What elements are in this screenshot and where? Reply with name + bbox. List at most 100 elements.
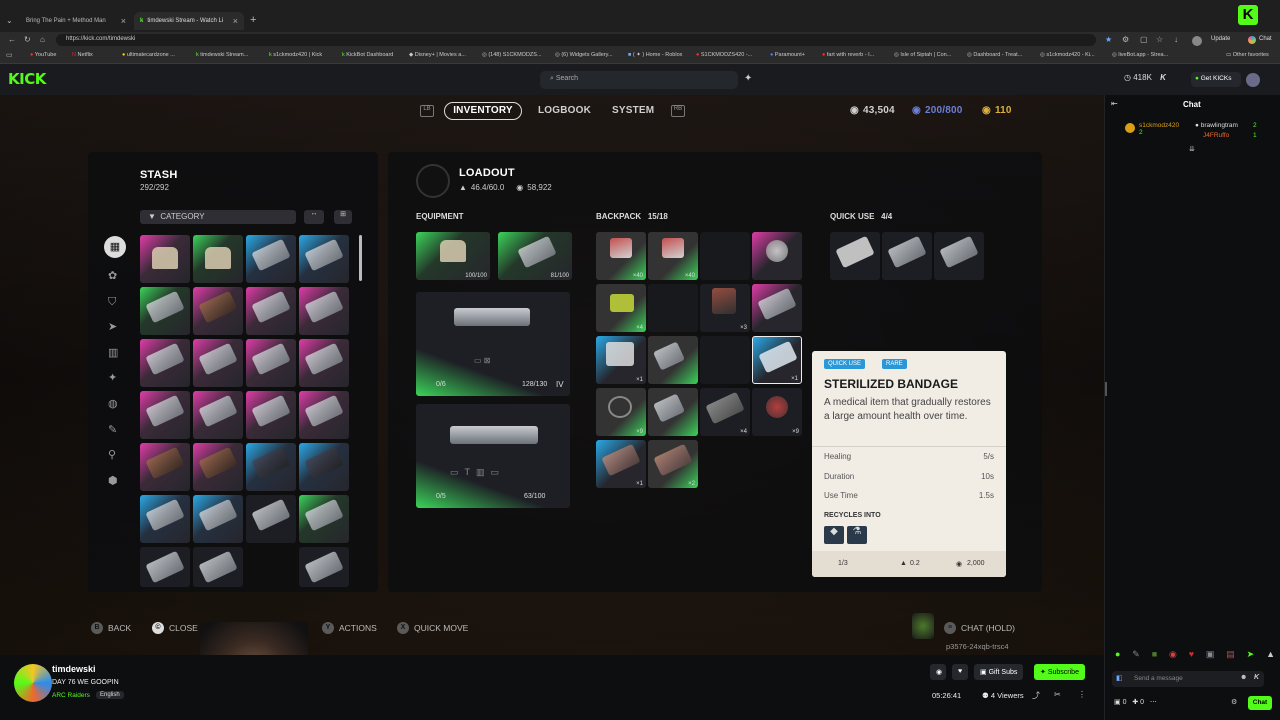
bookmark-s1ckmodz420-ki[interactable]: ◎ s1ckmodz420 - Ki...: [1040, 52, 1095, 58]
stash-slot[interactable]: [299, 391, 349, 439]
gift-subs-button[interactable]: ▣ Gift Subs: [974, 664, 1024, 680]
emote-icon[interactable]: ▣: [1206, 649, 1215, 660]
stash-slot[interactable]: [246, 495, 296, 543]
search-input[interactable]: ⌕ Search: [540, 71, 738, 89]
shield-category-icon[interactable]: ⛉: [108, 290, 118, 316]
stash-slot[interactable]: [140, 547, 190, 587]
backpack-slot[interactable]: [648, 336, 698, 384]
notifications-bell-icon[interactable]: ◉: [930, 664, 946, 680]
misc-category-icon[interactable]: ⬢: [108, 469, 118, 495]
bookmark-paramount[interactable]: ● Paramount+: [770, 52, 805, 58]
chat-user[interactable]: s1ckmodz420 2: [1139, 122, 1179, 136]
resource-category-icon[interactable]: ✿: [108, 264, 118, 290]
stash-slot[interactable]: [299, 547, 349, 587]
weapon-slot-1[interactable]: ▭ ⊠ 0/6 128/130 IV: [416, 292, 570, 396]
bookmark-s1ckmodz-kick[interactable]: k s1ckmodz420 | Kick: [269, 52, 322, 58]
ammo-category-icon[interactable]: ▥: [108, 341, 118, 367]
back-arrow-icon[interactable]: ←: [8, 35, 16, 44]
url-field[interactable]: https://kick.com/timdewski: [56, 34, 1096, 46]
tab-kick-stream[interactable]: k timdewski Stream - Watch Li ×: [134, 12, 244, 30]
home-icon[interactable]: ⌂: [40, 35, 45, 44]
backpack-slot[interactable]: [752, 232, 802, 280]
kicks-balance[interactable]: ◷ 418K K: [1124, 73, 1166, 82]
stash-slot[interactable]: [193, 495, 243, 543]
backpack-slot[interactable]: [700, 232, 750, 280]
weapon-category-icon[interactable]: ➤: [108, 315, 118, 341]
tool-category-icon[interactable]: ✎: [108, 418, 118, 444]
stash-slot[interactable]: [299, 495, 349, 543]
backpack-slot[interactable]: ×3: [700, 284, 750, 332]
chat-settings-icon[interactable]: ◧: [1116, 674, 1123, 682]
backpack-slot[interactable]: ×40: [648, 232, 698, 280]
collections-icon[interactable]: ☆: [1156, 35, 1163, 44]
stash-slot[interactable]: [193, 547, 243, 587]
category-filter[interactable]: ▼ CATEGORY: [140, 210, 296, 224]
favorite-star-icon[interactable]: ★: [1105, 35, 1112, 44]
stash-slot[interactable]: [299, 443, 349, 491]
backpack-slot[interactable]: ×9: [596, 388, 646, 436]
backpack-slot[interactable]: ×4: [596, 284, 646, 332]
weapon-slot-2[interactable]: ▭T▥▭ 0/5 63/100: [416, 404, 570, 508]
stash-slot[interactable]: [193, 391, 243, 439]
mod-category-icon[interactable]: ✦: [108, 366, 118, 392]
bookmark-widgets[interactable]: ◎ (6) Widgets Gallery...: [555, 52, 613, 58]
chat-hold-prompt[interactable]: ≡ CHAT (HOLD): [944, 622, 1015, 634]
send-chat-button[interactable]: Chat: [1248, 696, 1272, 710]
video-player[interactable]: LB INVENTORY LOGBOOK SYSTEM RB ◉ 43,504 ◉…: [0, 95, 1104, 655]
bookmark-roblox[interactable]: ■ ( ✦ ) Home - Roblox: [628, 52, 682, 58]
emote-icon[interactable]: ◉: [1169, 649, 1177, 660]
stash-slot[interactable]: [246, 339, 296, 387]
backpack-slot[interactable]: ×9: [752, 388, 802, 436]
language-tag[interactable]: English: [96, 691, 124, 699]
stash-slot[interactable]: [140, 495, 190, 543]
close-tab-icon[interactable]: ×: [121, 16, 126, 26]
stash-slot[interactable]: [193, 443, 243, 491]
sort-button[interactable]: ↔: [304, 210, 324, 224]
emote-icon[interactable]: ●: [1115, 649, 1120, 660]
stash-scrollbar[interactable]: [359, 235, 362, 281]
bookmark-dashboard-treat[interactable]: ◎ Dashboard - Treat...: [967, 52, 1022, 58]
emote-icon[interactable]: ■: [1152, 649, 1157, 660]
backpack-slot[interactable]: ×40: [596, 232, 646, 280]
chat-user[interactable]: ● brawlingtram: [1195, 122, 1238, 129]
kick-emote-icon[interactable]: K: [1254, 674, 1259, 681]
backpack-slot[interactable]: ×1: [596, 440, 646, 488]
kick-logo[interactable]: KICK: [8, 70, 46, 88]
stash-slot[interactable]: [246, 391, 296, 439]
kick-extension-icon[interactable]: K: [1238, 5, 1258, 25]
bookmark-timdewski[interactable]: k timdewski Stream...: [196, 52, 248, 58]
chat-resize-handle[interactable]: [1105, 382, 1107, 396]
emote-icon[interactable]: ▤: [1226, 649, 1235, 660]
streamer-avatar[interactable]: [14, 664, 52, 702]
key-category-icon[interactable]: ⚲: [108, 443, 118, 469]
actions-prompt[interactable]: Y ACTIONS: [322, 622, 377, 634]
stash-slot[interactable]: [193, 339, 243, 387]
stash-slot[interactable]: [299, 287, 349, 335]
backpack-slot-selected[interactable]: ×1: [752, 336, 802, 384]
quick-move-prompt[interactable]: X QUICK MOVE: [397, 622, 468, 634]
update-button[interactable]: Update: [1211, 36, 1230, 42]
streamer-name[interactable]: timdewski: [52, 664, 96, 674]
stash-slot[interactable]: [246, 443, 296, 491]
chat-gear-icon[interactable]: ⚙: [1231, 698, 1237, 706]
profile-avatar[interactable]: [1192, 36, 1202, 46]
stash-slot[interactable]: [140, 391, 190, 439]
back-prompt[interactable]: B BACK: [91, 622, 131, 634]
stream-category[interactable]: ARC Raiders: [52, 692, 90, 699]
close-tab-icon[interactable]: ×: [233, 16, 238, 26]
follow-heart-icon[interactable]: ♥: [952, 664, 968, 680]
bookmark-isle-of-siptah[interactable]: ◎ Isle of Siptah | Con...: [894, 52, 951, 58]
clip-icon[interactable]: ✂: [1054, 690, 1061, 699]
stash-slot[interactable]: [140, 287, 190, 335]
stash-slot[interactable]: [140, 443, 190, 491]
stash-slot[interactable]: [193, 235, 243, 283]
augment-slot[interactable]: 81/100: [498, 232, 572, 280]
quick-use-slot[interactable]: [882, 232, 932, 280]
emote-icon[interactable]: ➤: [1247, 649, 1255, 660]
collapse-chat-icon[interactable]: ⇤: [1111, 99, 1118, 108]
subscribe-button[interactable]: ✦ Subscribe: [1034, 664, 1085, 680]
tab-system[interactable]: SYSTEM: [612, 105, 654, 116]
bookmark-kickbot[interactable]: k KickBot Dashboard: [342, 52, 393, 58]
share-icon[interactable]: ⤴: [1032, 690, 1040, 701]
stash-slot[interactable]: [246, 287, 296, 335]
